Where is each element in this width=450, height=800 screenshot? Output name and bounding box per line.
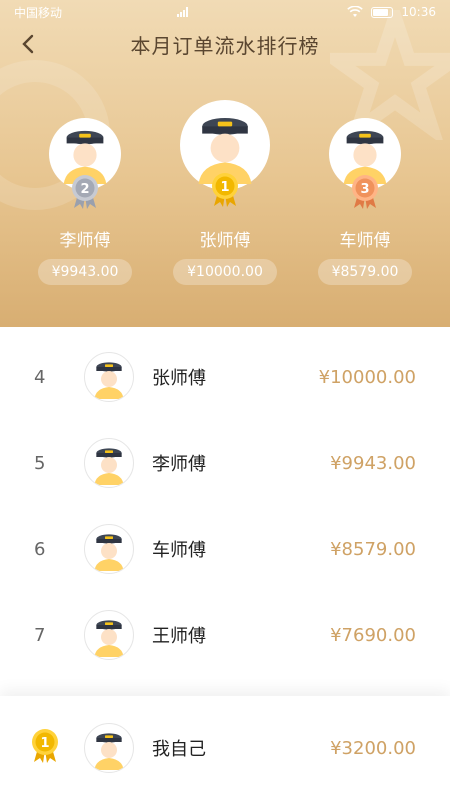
avatar <box>84 723 134 773</box>
avatar <box>84 610 134 660</box>
rank-number: 5 <box>34 452 46 474</box>
list-item[interactable]: 6 车师傅 ¥8579.00 <box>0 506 450 592</box>
order-amount: ¥9943.00 <box>330 452 416 474</box>
status-bar: 中国移动 10:36 <box>0 0 450 24</box>
podium-rank-1[interactable]: 1 张师傅 ¥10000.00 <box>170 100 280 285</box>
podium-rank-2[interactable]: 2 李师傅 ¥9943.00 <box>30 118 140 285</box>
driver-avatar-icon <box>94 733 124 770</box>
podium-name: 车师傅 <box>339 231 391 251</box>
title-bar: 本月订单流水排行榜 <box>0 24 450 64</box>
avatar <box>84 438 134 488</box>
signal-icon <box>177 7 189 17</box>
driver-name: 车师傅 <box>152 540 206 561</box>
battery-icon <box>371 6 394 18</box>
driver-avatar-icon <box>94 362 124 399</box>
driver-avatar-icon <box>94 620 124 657</box>
podium-amount: ¥9943.00 <box>37 259 133 285</box>
gold-medal-icon: 1 <box>32 729 58 763</box>
avatar: 3 <box>329 118 401 209</box>
avatar <box>84 524 134 574</box>
driver-name: 李师傅 <box>152 454 206 475</box>
driver-avatar-icon <box>94 534 124 571</box>
driver-avatar-icon <box>94 448 124 485</box>
driver-name: 张师傅 <box>152 368 206 389</box>
list-item[interactable]: 7 王师傅 ¥7690.00 <box>0 592 450 678</box>
podium-rank-3[interactable]: 3 车师傅 ¥8579.00 <box>310 118 420 285</box>
avatar <box>84 352 134 402</box>
my-rank-bar[interactable]: 1 我自己 ¥3200.00 <box>0 696 450 800</box>
ranking-list: 4 张师傅 ¥10000.00 5 李师傅 ¥9943.00 6 车师傅 ¥85… <box>0 327 450 678</box>
ranking-header: 中国移动 10:36 本月订单流水排行榜 2 李师傅 ¥9943.00 1 张师… <box>0 0 450 327</box>
medal-rank: 3 <box>360 182 369 197</box>
podium-name: 李师傅 <box>59 231 111 251</box>
wifi-icon <box>347 6 364 17</box>
medal-rank: 1 <box>40 736 49 751</box>
podium-name: 张师傅 <box>199 231 251 251</box>
clock-time: 10:36 <box>401 5 436 19</box>
back-button[interactable] <box>14 30 42 58</box>
order-amount: ¥7690.00 <box>330 624 416 646</box>
gold-medal-icon: 1 <box>212 173 238 207</box>
my-rank: 1 <box>0 728 80 768</box>
avatar: 1 <box>180 100 270 207</box>
my-name: 我自己 <box>152 739 206 760</box>
avatar: 2 <box>49 118 121 209</box>
medal-rank: 1 <box>220 180 229 195</box>
carrier-label: 中国移动 <box>14 5 63 20</box>
medal-rank: 2 <box>80 182 89 197</box>
silver-medal-icon: 2 <box>72 175 98 209</box>
podium-amount: ¥8579.00 <box>317 259 413 285</box>
order-amount: ¥10000.00 <box>318 366 416 388</box>
list-item[interactable]: 5 李师傅 ¥9943.00 <box>0 420 450 506</box>
rank-number: 6 <box>34 538 46 560</box>
order-amount: ¥8579.00 <box>330 538 416 560</box>
page-title: 本月订单流水排行榜 <box>130 33 320 58</box>
my-amount: ¥3200.00 <box>330 737 416 759</box>
list-item[interactable]: 4 张师傅 ¥10000.00 <box>0 334 450 420</box>
bronze-medal-icon: 3 <box>352 175 378 209</box>
rank-number: 7 <box>34 624 46 646</box>
driver-name: 王师傅 <box>152 626 206 647</box>
chevron-left-icon <box>22 34 34 54</box>
rank-number: 4 <box>34 366 46 388</box>
podium-amount: ¥10000.00 <box>173 259 277 285</box>
